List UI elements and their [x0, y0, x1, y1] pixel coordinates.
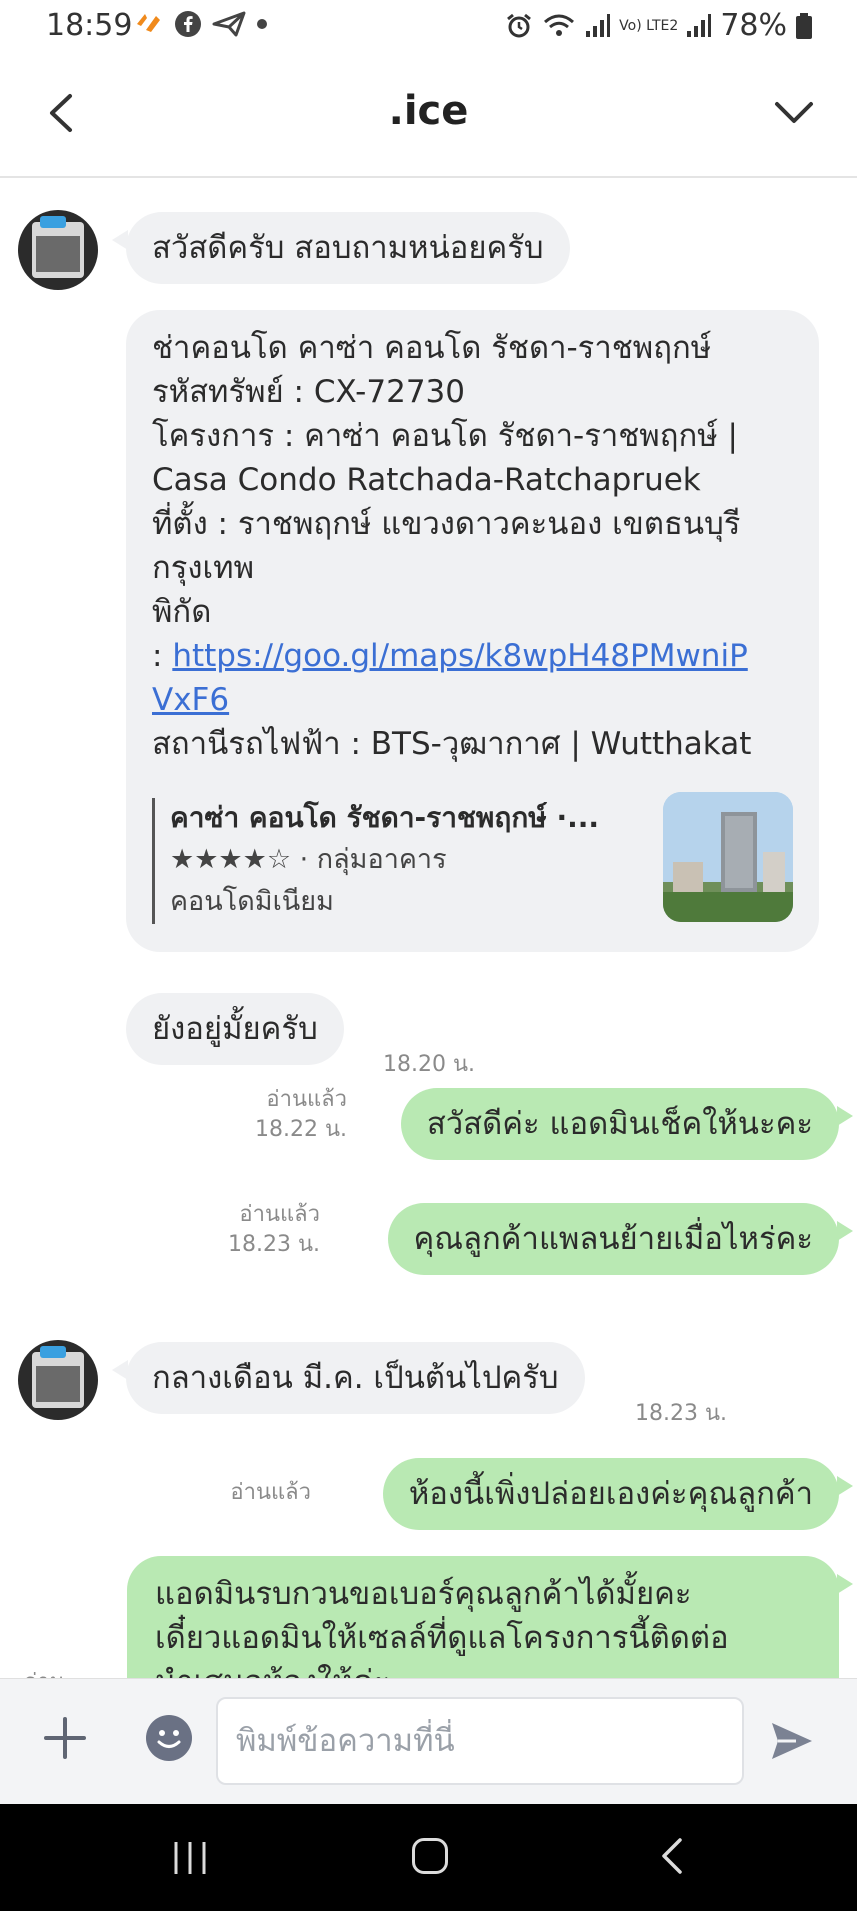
- more-notifications-dot-icon: [257, 19, 267, 29]
- smiley-face-icon: [157, 1730, 181, 1748]
- incoming-message[interactable]: ยังอยู่มั้ยครับ: [126, 993, 344, 1065]
- system-nav-bar: [0, 1804, 857, 1911]
- link-preview-card[interactable]: คาซ่า คอนโด รัชดา-ราชพฤกษ์ ·... ★★★★☆ · …: [152, 792, 793, 928]
- send-notification-icon: [212, 11, 246, 37]
- system-status: Vo) LTE2 78%: [505, 8, 813, 43]
- outgoing-message[interactable]: คุณลูกค้าแพลนย้ายเมื่อไหร่คะ: [387, 1203, 854, 1275]
- message-input[interactable]: [216, 1697, 744, 1785]
- building-image-icon: [663, 792, 793, 922]
- message-text: กลางเดือน มี.ค. เป็นต้นไปครับ: [152, 1360, 559, 1396]
- message-line: เดี๋ยวแอดมินให้เซลล์ที่ดูแลโครงการนี้ติด…: [155, 1620, 729, 1656]
- nav-back-icon[interactable]: [652, 1836, 692, 1876]
- preview-rating-row: ★★★★☆ · กลุ่มอาคาร: [170, 840, 447, 880]
- notification-icons: [134, 10, 268, 38]
- message-text: ยังอยู่มั้ยครับ: [152, 1011, 318, 1047]
- battery-percent: 78%: [720, 8, 787, 43]
- contact-avatar[interactable]: [18, 210, 98, 290]
- message-line: นำเสนอห้องให้ค่ะ: [155, 1660, 811, 1678]
- message-time: 18.22 น.: [254, 1117, 347, 1142]
- incoming-message[interactable]: สวัสดีครับ สอบถามหน่อยครับ: [112, 212, 570, 284]
- map-link[interactable]: VxF6: [152, 682, 229, 718]
- status-bar: 18:59 Vo) LTE2 78%: [0, 0, 857, 52]
- incoming-property-message[interactable]: ช่าคอนโด คาซ่า คอนโด รัชดา-ราชพฤกษ์ รหัส…: [126, 310, 819, 952]
- chat-title: .ice: [388, 88, 469, 134]
- message-composer: [0, 1678, 857, 1804]
- message-line: ช่าคอนโด คาซ่า คอนโด รัชดา-ราชพฤกษ์: [152, 330, 712, 366]
- message-line: แอดมินรบกวนขอเบอร์คุณลูกค้าได้มั้ยคะ: [155, 1576, 692, 1612]
- message-text: คุณลูกค้าแพลนย้ายเมื่อไหร่คะ: [413, 1221, 813, 1257]
- link-prefix: :: [152, 638, 173, 674]
- recent-apps-icon[interactable]: [170, 1838, 210, 1878]
- outgoing-message[interactable]: สวัสดีค่ะ แอดมินเช็คให้นะคะ: [400, 1088, 854, 1160]
- incoming-message[interactable]: กลางเดือน มี.ค. เป็นต้นไปครับ: [112, 1342, 585, 1414]
- chevron-down-icon[interactable]: [769, 88, 819, 138]
- preview-title: คาซ่า คอนโด รัชดา-ราชพฤกษ์ ·...: [170, 801, 600, 834]
- volte-label: Vo) LTE2: [619, 17, 679, 34]
- message-text: สวัสดีค่ะ แอดมินเช็คให้นะคะ: [426, 1106, 813, 1142]
- message-meta: อ่านแล้ว 18.22 น.: [187, 1085, 347, 1145]
- building-thumbnail[interactable]: [663, 792, 793, 922]
- chat-messages[interactable]: สวัสดีครับ สอบถามหน่อยครับ ช่าคอนโด คาซ่…: [0, 180, 857, 1678]
- message-line: Casa Condo Ratchada-Ratchapruek: [152, 462, 701, 498]
- message-time: 18.23 น.: [227, 1232, 320, 1257]
- message-line: ที่ตั้ง : ราชพฤกษ์ แขวงดาวคะนอง เขตธนบุร…: [152, 506, 741, 542]
- message-line: พิกัด: [152, 594, 212, 630]
- message-time: 18.20 น.: [383, 1052, 476, 1077]
- message-meta: อ่านแล้ว: [0, 1668, 80, 1678]
- send-icon[interactable]: [768, 1717, 816, 1765]
- wifi-icon: [544, 14, 575, 36]
- preview-category-2: คอนโดมิเนียม: [170, 886, 334, 917]
- chat-header: .ice: [0, 52, 857, 178]
- message-line: กรุงเทพ: [152, 550, 255, 586]
- preview-divider: [152, 798, 155, 924]
- message-meta: อ่านแล้ว: [151, 1478, 311, 1508]
- map-link-line: : https://goo.gl/maps/k8wpH48PMwniP: [152, 634, 793, 678]
- message-text: สวัสดีครับ สอบถามหน่อยครับ: [152, 230, 544, 266]
- battery-icon: [796, 12, 812, 39]
- status-time: 18:59: [46, 8, 133, 43]
- read-receipt: อ่านแล้ว: [230, 1480, 311, 1505]
- map-link-line: VxF6: [152, 678, 793, 722]
- signal-2-icon: [687, 13, 712, 37]
- message-line: โครงการ : คาซ่า คอนโด รัชดา-ราชพฤกษ์ |: [152, 418, 739, 454]
- outgoing-message[interactable]: ห้องนี้เพิ่งปล่อยเองค่ะคุณลูกค้า: [382, 1458, 854, 1530]
- contact-avatar[interactable]: [18, 1340, 98, 1420]
- read-receipt: อ่านแล้ว: [239, 1202, 320, 1227]
- preview-category: · กลุ่มอาคาร: [299, 844, 447, 875]
- facebook-icon: [175, 11, 201, 37]
- message-line: สถานีรถไฟฟ้า : BTS-วุฒากาศ | Wutthakat: [152, 726, 752, 762]
- outgoing-message[interactable]: แอดมินรบกวนขอเบอร์คุณลูกค้าได้มั้ยคะ เดี…: [127, 1556, 853, 1678]
- alarm-icon: [507, 13, 532, 37]
- message-line: รหัสทรัพย์ : CX-72730: [152, 374, 465, 410]
- app-notification-icon: [137, 14, 160, 32]
- map-link[interactable]: https://goo.gl/maps/k8wpH48PMwniP: [172, 638, 747, 674]
- plus-icon[interactable]: [42, 1715, 88, 1761]
- emoji-icon[interactable]: [146, 1715, 192, 1761]
- message-text: ห้องนี้เพิ่งปล่อยเองค่ะคุณลูกค้า: [408, 1476, 813, 1512]
- home-icon[interactable]: [412, 1838, 448, 1874]
- read-receipt: อ่านแล้ว: [266, 1087, 347, 1112]
- signal-1-icon: [586, 13, 611, 37]
- message-meta: อ่านแล้ว 18.23 น.: [160, 1200, 320, 1260]
- rating-stars: ★★★★☆: [170, 844, 292, 875]
- message-time: 18.23 น.: [635, 1401, 728, 1426]
- read-receipt: อ่านแล้ว: [24, 1668, 80, 1678]
